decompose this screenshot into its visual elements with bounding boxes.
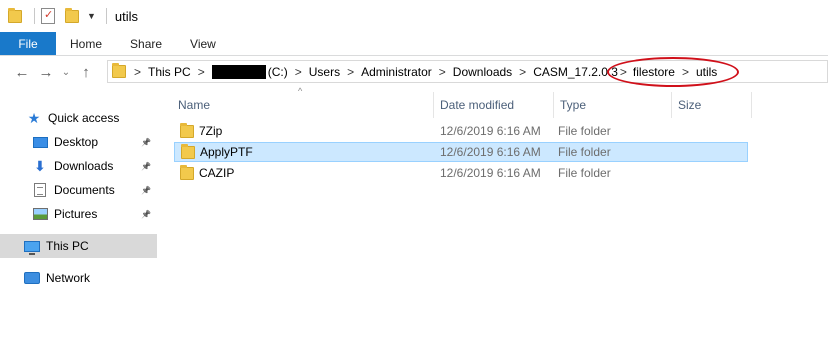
breadcrumb-drive-c[interactable]: (C:)	[268, 65, 288, 79]
date-modified-cell: 12/6/2019 6:16 AM	[440, 145, 541, 159]
redacted-drive-label	[211, 64, 266, 79]
type-cell: File folder	[558, 145, 611, 159]
date-modified-cell: 12/6/2019 6:16 AM	[440, 166, 541, 180]
sidebar-item-this-pc[interactable]: This PC	[0, 234, 157, 258]
table-row[interactable]: ApplyPTF 12/6/2019 6:16 AM File folder	[174, 142, 748, 162]
recent-locations-icon[interactable]: ⌄	[58, 60, 74, 84]
sidebar-item-network[interactable]: Network	[0, 266, 157, 290]
pin-icon[interactable]: 📌	[141, 138, 151, 147]
address-bar[interactable]: > This PC > (C:) > Users > Administrator…	[107, 60, 828, 83]
column-header-date-modified[interactable]: Date modified	[434, 92, 554, 118]
properties-icon[interactable]	[41, 8, 55, 24]
navigation-pane: ★ Quick access Desktop 📌 ⬇ Downloads 📌 D…	[0, 88, 160, 360]
breadcrumb-this-pc[interactable]: This PC	[148, 65, 191, 79]
pin-icon[interactable]: 📌	[141, 210, 151, 219]
sidebar-item-label: Quick access	[48, 111, 120, 125]
file-list-pane: ^ Name Date modified Type Size 7Zip 12/6…	[160, 86, 828, 360]
tab-file[interactable]: File	[0, 32, 56, 55]
sidebar-item-label: This PC	[46, 239, 89, 253]
table-row[interactable]: 7Zip 12/6/2019 6:16 AM File folder	[174, 121, 748, 141]
file-name-cell: ApplyPTF	[181, 143, 253, 161]
date-modified-cell: 12/6/2019 6:16 AM	[440, 124, 541, 138]
folder-icon	[180, 122, 194, 138]
sidebar-item-pictures[interactable]: Pictures 📌	[0, 202, 157, 226]
column-header-size[interactable]: Size	[672, 92, 752, 118]
folder-icon	[180, 164, 194, 180]
file-name-cell: 7Zip	[180, 121, 222, 141]
file-name: CAZIP	[199, 166, 235, 180]
navigation-bar: ← → ⌄ ↑ > This PC > (C:) > Users > Admin…	[0, 56, 828, 88]
sidebar-item-label: Downloads	[54, 159, 114, 173]
desktop-icon	[32, 134, 48, 150]
breadcrumb-downloads[interactable]: Downloads	[453, 65, 512, 79]
up-arrow-icon[interactable]: ↑	[74, 60, 98, 84]
file-name: ApplyPTF	[200, 145, 253, 159]
type-cell: File folder	[558, 124, 611, 138]
type-cell: File folder	[558, 166, 611, 180]
sidebar-item-label: Pictures	[54, 207, 98, 221]
breadcrumb-administrator[interactable]: Administrator	[361, 65, 432, 79]
sidebar-item-label: Desktop	[54, 135, 99, 149]
column-header-name[interactable]: Name	[172, 92, 434, 118]
toolbar-divider	[34, 8, 35, 24]
chevron-right-icon[interactable]: >	[682, 65, 689, 79]
sidebar-item-quick-access[interactable]: ★ Quick access	[0, 106, 157, 130]
this-pc-icon	[24, 238, 40, 255]
chevron-right-icon[interactable]: >	[620, 65, 627, 79]
forward-arrow-icon[interactable]: →	[34, 60, 58, 84]
chevron-right-icon[interactable]: >	[347, 65, 354, 79]
breadcrumb-utils[interactable]: utils	[696, 65, 717, 79]
breadcrumb-casm[interactable]: CASM_17.2.0.3	[533, 65, 618, 79]
chevron-right-icon[interactable]: >	[439, 65, 446, 79]
breadcrumb-filestore[interactable]: filestore	[633, 65, 675, 79]
chevron-right-icon[interactable]: >	[295, 65, 302, 79]
chevron-right-icon[interactable]: >	[134, 65, 141, 79]
documents-icon	[32, 182, 48, 198]
sidebar-item-documents[interactable]: Documents 📌	[0, 178, 157, 202]
pin-icon[interactable]: 📌	[141, 162, 151, 171]
back-arrow-icon[interactable]: ←	[10, 60, 34, 84]
sidebar-item-label: Network	[46, 271, 91, 285]
chevron-right-icon[interactable]: >	[198, 65, 205, 79]
table-row[interactable]: CAZIP 12/6/2019 6:16 AM File folder	[174, 163, 748, 183]
downloads-icon: ⬇	[34, 157, 46, 174]
quick-access-star-icon: ★	[27, 109, 41, 126]
pin-icon[interactable]: 📌	[141, 186, 151, 195]
folder-icon	[181, 143, 195, 159]
file-name-cell: CAZIP	[180, 163, 234, 183]
sidebar-item-desktop[interactable]: Desktop 📌	[0, 130, 157, 154]
title-bar: ▼ utils	[0, 0, 828, 32]
file-name: 7Zip	[199, 124, 223, 138]
tab-view[interactable]: View	[176, 32, 230, 55]
address-folder-icon	[112, 63, 126, 78]
new-folder-icon[interactable]	[65, 7, 79, 23]
folder-icon[interactable]	[8, 7, 22, 23]
customize-dropdown-icon[interactable]: ▼	[87, 11, 96, 21]
column-header-type[interactable]: Type	[554, 92, 672, 118]
tab-share[interactable]: Share	[116, 32, 176, 55]
network-icon	[24, 270, 40, 286]
sidebar-item-label: Documents	[54, 183, 115, 197]
chevron-right-icon[interactable]: >	[519, 65, 526, 79]
window-title: utils	[114, 8, 139, 24]
pictures-icon	[32, 206, 48, 222]
breadcrumb-users[interactable]: Users	[309, 65, 340, 79]
toolbar-divider	[105, 8, 107, 24]
ribbon-tabs: File Home Share View	[0, 32, 828, 56]
tab-home[interactable]: Home	[56, 32, 116, 55]
sidebar-item-downloads[interactable]: ⬇ Downloads 📌	[0, 154, 157, 178]
